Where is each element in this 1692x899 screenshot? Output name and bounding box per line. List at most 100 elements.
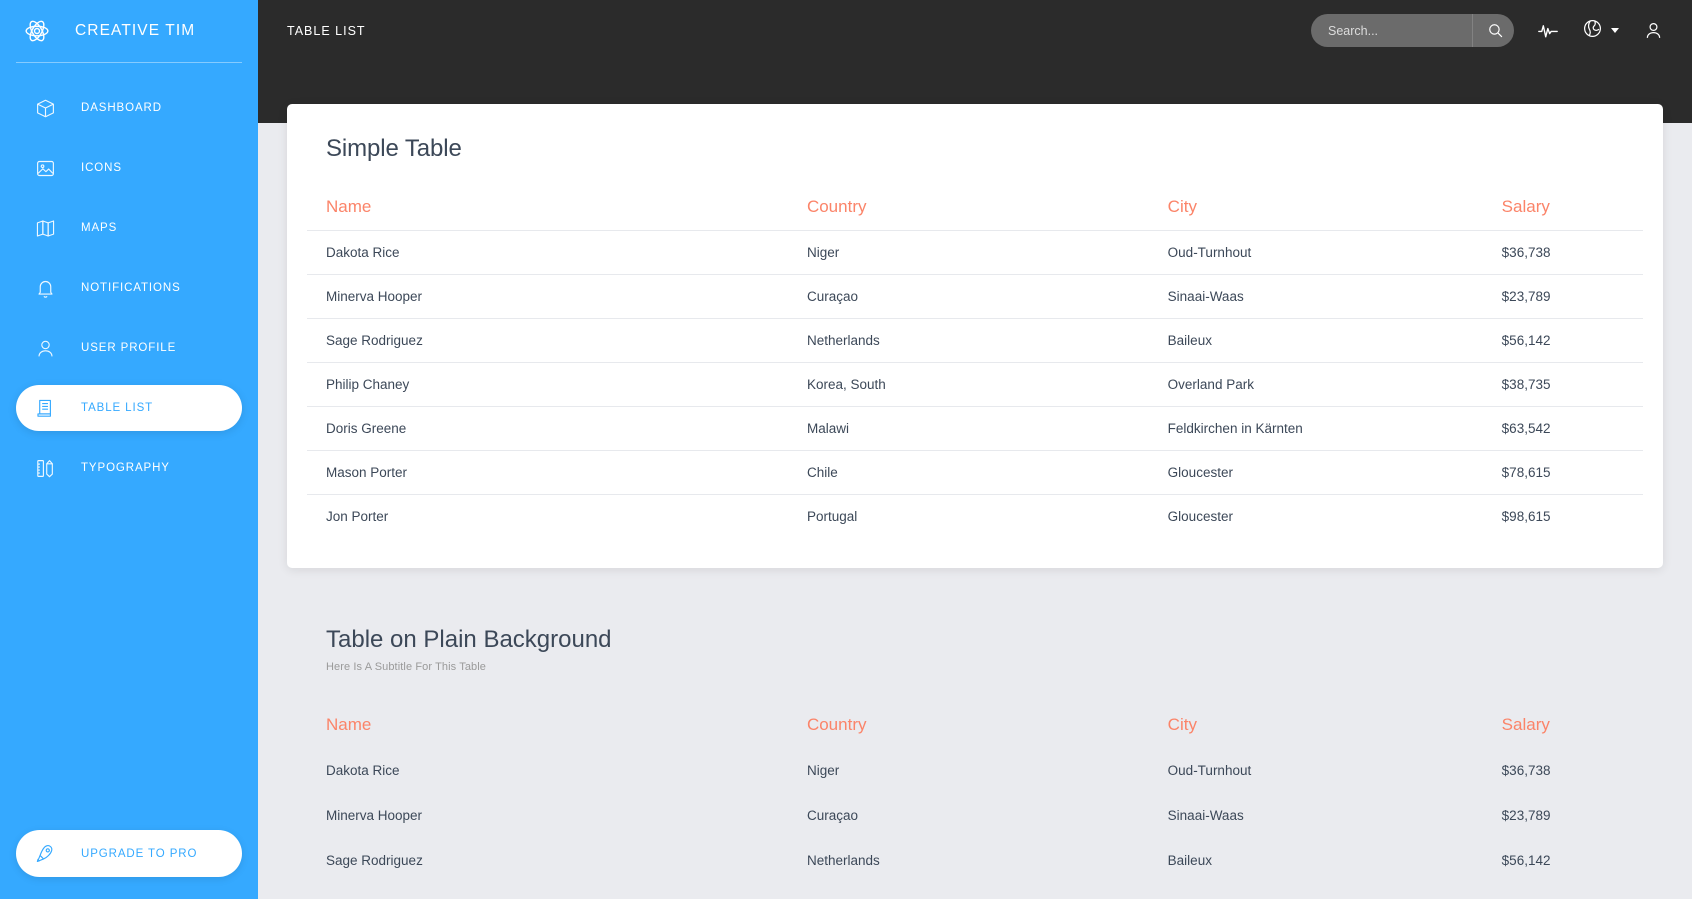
table-row[interactable]: Minerva Hooper Curaçao Sinaai-Waas $23,7… bbox=[307, 793, 1643, 838]
sidebar-item-maps[interactable]: MAPS bbox=[16, 205, 242, 251]
upgrade-to-pro-button[interactable]: UPGRADE TO PRO bbox=[16, 830, 242, 877]
sidebar: CREATIVE TIM DASHBOARD ICONS MAPS NOTIFI… bbox=[0, 0, 258, 899]
cell-city: Overland Park bbox=[1148, 362, 1483, 407]
cell-salary: $98,615 bbox=[1482, 494, 1643, 538]
cell-salary: $56,142 bbox=[1501, 853, 1551, 868]
cell-salary: $23,789 bbox=[1501, 808, 1551, 823]
content-scroll: Simple Table Name Country City Salary Da… bbox=[258, 0, 1692, 899]
cell-salary: $56,142 bbox=[1482, 318, 1643, 363]
atom-icon bbox=[22, 16, 52, 46]
table-row[interactable]: Dakota Rice Niger Oud-Turnhout $36,738 bbox=[307, 230, 1643, 275]
column-header-city: City bbox=[1167, 715, 1197, 734]
brand[interactable]: CREATIVE TIM bbox=[0, 0, 258, 62]
sidebar-nav: DASHBOARD ICONS MAPS NOTIFICATIONS USER … bbox=[0, 85, 258, 491]
plain-table: Name Country City Salary Dakota Rice Nig… bbox=[307, 703, 1643, 883]
cell-city: Feldkirchen in Kärnten bbox=[1148, 406, 1483, 451]
plain-table-section: Table on Plain Background Here Is A Subt… bbox=[287, 626, 1663, 883]
table-row[interactable]: Philip Chaney Korea, South Overland Park… bbox=[307, 362, 1643, 407]
upgrade-label: UPGRADE TO PRO bbox=[81, 847, 198, 860]
sidebar-item-label: TABLE LIST bbox=[81, 402, 154, 414]
cell-country: Malawi bbox=[787, 406, 1149, 451]
sidebar-item-dashboard[interactable]: DASHBOARD bbox=[16, 85, 242, 131]
cell-country: Niger bbox=[806, 763, 840, 778]
simple-table-card: Simple Table Name Country City Salary Da… bbox=[287, 104, 1663, 568]
table-row[interactable]: Sage Rodriguez Netherlands Baileux $56,1… bbox=[307, 838, 1643, 883]
image-icon bbox=[32, 155, 58, 181]
plain-table-head: Name Country City Salary bbox=[307, 703, 1643, 748]
cell-salary: $23,789 bbox=[1482, 274, 1643, 319]
cell-country: Curaçao bbox=[806, 808, 858, 823]
cell-name: Jon Porter bbox=[307, 494, 788, 538]
typography-icon bbox=[32, 455, 58, 481]
cell-name: Dakota Rice bbox=[307, 230, 788, 275]
table-list-icon bbox=[32, 395, 58, 421]
cube-icon bbox=[32, 95, 58, 121]
main-area: TABLE LIST Search... Simple Table Name C… bbox=[258, 0, 1692, 899]
column-header-salary: Salary bbox=[1501, 197, 1550, 216]
cell-name: Minerva Hooper bbox=[307, 274, 788, 319]
column-header-name: Name bbox=[326, 715, 372, 734]
sidebar-item-typography[interactable]: TYPOGRAPHY bbox=[16, 445, 242, 491]
cell-country: Niger bbox=[787, 230, 1149, 275]
cell-city: Gloucester bbox=[1148, 494, 1483, 538]
cell-name: Minerva Hooper bbox=[326, 808, 423, 823]
cell-city: Sinaai-Waas bbox=[1167, 808, 1244, 823]
sidebar-item-notifications[interactable]: NOTIFICATIONS bbox=[16, 265, 242, 311]
cell-city: Baileux bbox=[1148, 318, 1483, 363]
cell-country: Chile bbox=[787, 450, 1149, 495]
cell-name: Mason Porter bbox=[307, 450, 788, 495]
sidebar-item-icons[interactable]: ICONS bbox=[16, 145, 242, 191]
simple-table-title: Simple Table bbox=[326, 135, 462, 162]
sidebar-item-label: ICONS bbox=[81, 162, 122, 174]
cell-country: Portugal bbox=[787, 494, 1149, 538]
table-row[interactable]: Jon Porter Portugal Gloucester $98,615 bbox=[307, 494, 1643, 538]
cell-city: Baileux bbox=[1167, 853, 1212, 868]
cell-name: Dakota Rice bbox=[326, 763, 400, 778]
table-header-row: Name Country City Salary bbox=[307, 185, 1643, 231]
column-header-name: Name bbox=[326, 197, 372, 216]
user-icon bbox=[32, 335, 58, 361]
table-row[interactable]: Minerva Hooper Curaçao Sinaai-Waas $23,7… bbox=[307, 274, 1643, 319]
cell-salary: $36,738 bbox=[1482, 230, 1643, 275]
sidebar-item-table-list[interactable]: TABLE LIST bbox=[16, 385, 242, 431]
column-header-salary: Salary bbox=[1501, 715, 1550, 734]
sidebar-item-user-profile[interactable]: USER PROFILE bbox=[16, 325, 242, 371]
cell-country: Netherlands bbox=[806, 853, 880, 868]
table-row[interactable]: Doris Greene Malawi Feldkirchen in Kärnt… bbox=[307, 406, 1643, 451]
cell-city: Oud-Turnhout bbox=[1148, 230, 1483, 275]
sidebar-item-label: USER PROFILE bbox=[81, 342, 177, 354]
cell-country: Korea, South bbox=[787, 362, 1149, 407]
cell-name: Sage Rodriguez bbox=[307, 318, 788, 363]
simple-table: Name Country City Salary Dakota Rice Nig… bbox=[307, 185, 1643, 538]
plain-table-title: Table on Plain Background bbox=[326, 626, 612, 653]
cell-city: Oud-Turnhout bbox=[1167, 763, 1252, 778]
cell-name: Philip Chaney bbox=[307, 362, 788, 407]
sidebar-item-label: NOTIFICATIONS bbox=[81, 282, 181, 294]
cell-name: Doris Greene bbox=[307, 406, 788, 451]
table-header-row: Name Country City Salary bbox=[307, 703, 1643, 748]
column-header-country: Country bbox=[806, 715, 867, 734]
cell-country: Netherlands bbox=[787, 318, 1149, 363]
cell-salary: $38,735 bbox=[1482, 362, 1643, 407]
table-row[interactable]: Dakota Rice Niger Oud-Turnhout $36,738 bbox=[307, 748, 1643, 793]
rocket-icon bbox=[32, 841, 58, 867]
brand-title: CREATIVE TIM bbox=[75, 22, 196, 39]
cell-salary: $63,542 bbox=[1482, 406, 1643, 451]
cell-city: Gloucester bbox=[1148, 450, 1483, 495]
column-header-country: Country bbox=[806, 197, 867, 216]
table-row[interactable]: Mason Porter Chile Gloucester $78,615 bbox=[307, 450, 1643, 495]
sidebar-divider bbox=[16, 62, 242, 63]
cell-city: Sinaai-Waas bbox=[1148, 274, 1483, 319]
cell-name: Sage Rodriguez bbox=[326, 853, 423, 868]
simple-table-head: Name Country City Salary bbox=[307, 185, 1643, 231]
cell-salary: $78,615 bbox=[1482, 450, 1643, 495]
cell-country: Curaçao bbox=[787, 274, 1149, 319]
cell-salary: $36,738 bbox=[1501, 763, 1551, 778]
table-row[interactable]: Sage Rodriguez Netherlands Baileux $56,1… bbox=[307, 318, 1643, 363]
bell-icon bbox=[32, 275, 58, 301]
plain-table-body: Dakota Rice Niger Oud-Turnhout $36,738 M… bbox=[307, 748, 1643, 883]
sidebar-item-label: TYPOGRAPHY bbox=[81, 462, 170, 474]
sidebar-item-label: DASHBOARD bbox=[81, 102, 162, 114]
app-root: CREATIVE TIM DASHBOARD ICONS MAPS NOTIFI… bbox=[0, 0, 1692, 899]
plain-table-subtitle: Here Is A Subtitle For This Table bbox=[326, 661, 487, 673]
